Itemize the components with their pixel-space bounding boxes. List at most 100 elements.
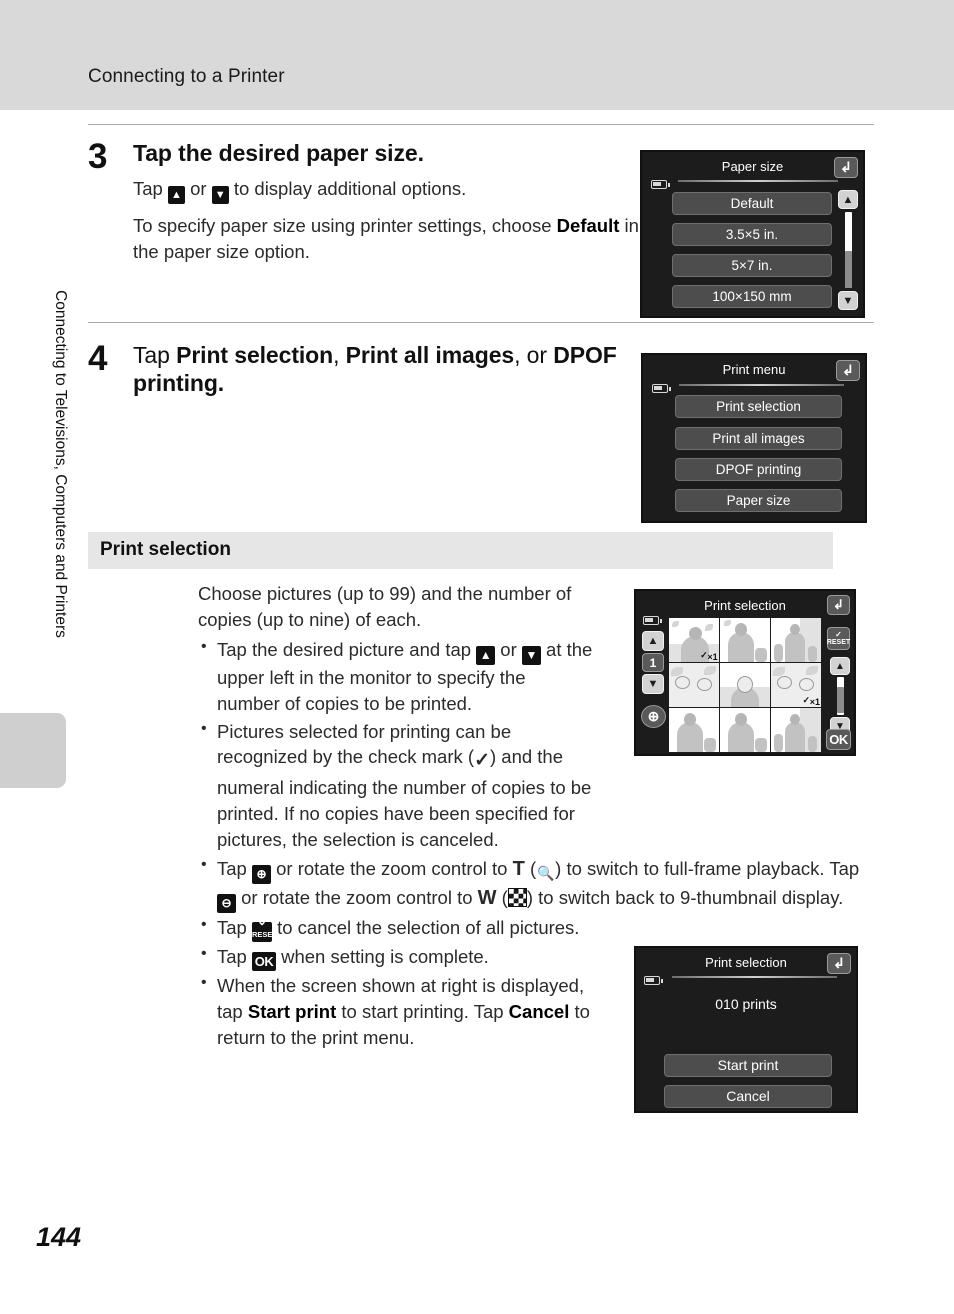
up-triangle-icon: ▲ [167,186,185,205]
thumbnail-1[interactable]: ✓ ×1 [669,618,719,662]
thumbnail-9[interactable] [771,708,821,752]
b6-b: to start printing. Tap [336,1000,509,1022]
b3-g: ) to switch back to 9-thumbnail display. [526,886,844,908]
zoom-out-icon: ⊖ [217,893,236,913]
thumbnail-5[interactable] [720,663,770,707]
decrease-copies-icon: ▼ [521,645,541,665]
increase-copies-icon: ▲ [476,645,496,665]
scrollbar-thumb[interactable] [836,687,844,713]
print-menu-item-print-all-images[interactable]: Print all images [675,427,842,450]
step-4-title-b1: Print selection [176,342,334,368]
b3-f: ( [496,886,508,908]
thumbnail-4[interactable] [669,663,719,707]
b1-a: Tap the desired picture and tap [217,638,477,660]
step-4-title-pre: Tap [133,342,177,368]
bullet-zoom-control: Tap ⊕ or rotate the zoom control to T ( 🔍… [198,854,874,913]
b6-bold-cancel: Cancel [508,1000,570,1022]
reset-icon: RESET [251,915,277,942]
step-4-title: Tap Print selection, Print all images, o… [133,341,643,397]
scroll-down-icon[interactable]: ▼ [838,291,858,310]
b6-bold-start: Start print [247,1000,337,1022]
title-underline [678,180,838,182]
back-arrow-icon[interactable]: ↲ [834,157,858,178]
scrollbar-thumb[interactable] [844,251,852,288]
step-3-paragraph-2: To specify paper size using printer sett… [133,213,643,266]
b3-b: or rotate the zoom control to [270,857,513,879]
thumbnail-6[interactable]: ✓ ×1 [771,663,821,707]
paper-size-option-100x150[interactable]: 100×150 mm [672,285,832,308]
step-4-title-b2: Print all images [345,342,515,368]
print-count-text: 010 prints [715,996,777,1012]
thumbnail-8[interactable] [720,708,770,752]
bullet-reset: Tap RESET to cancel the selection of all… [198,914,874,942]
top-divider [88,124,874,125]
screen-print-menu: Print menu ↲ Print selection Print all i… [641,353,867,523]
print-menu-item-paper-size[interactable]: Paper size [675,489,842,512]
b4-b: to cancel the selection of all pictures. [271,916,580,938]
check-mark-icon: ✓ [474,750,490,772]
step-3-p1-post: to display additional options. [228,178,467,200]
copies-counter: 1 [642,653,664,672]
decrease-copies-icon[interactable]: ▼ [642,674,664,694]
back-arrow-icon[interactable]: ↲ [827,595,850,615]
thumbnail-1-qty: ×1 [707,651,718,662]
magnifier-icon: 🔍 [536,864,555,881]
thumbnail-grid: ✓ ×1 ✓ ×1 [669,618,821,752]
zoom-in-icon: ⊕ [251,864,271,884]
b3-a: Tap [217,857,252,879]
step-4-title-sep1: , [333,342,346,368]
section-heading-print-selection: Print selection [88,532,833,569]
step-3-p2-bold: Default [556,215,620,237]
battery-icon [644,976,663,985]
cancel-button[interactable]: Cancel [664,1085,832,1108]
thumbnail-grid-icon [507,887,527,907]
reset-icon[interactable]: ✓ RESET [827,627,850,650]
step-3-p1-pre: Tap [133,178,168,200]
print-menu-item-print-selection[interactable]: Print selection [675,395,842,418]
scroll-up-icon[interactable]: ▲ [830,657,850,675]
step-3-p2-pre: To specify paper size using printer sett… [133,215,557,237]
step-4-title-sep2: , or [514,342,554,368]
b1-b: or [495,638,522,660]
step-3-divider [88,322,874,323]
page-number: 144 [36,1222,82,1252]
zoom-t-label: T [512,857,525,880]
increase-copies-icon[interactable]: ▲ [642,631,664,651]
thumbnail-3[interactable] [771,618,821,662]
zoom-in-icon[interactable]: ⊕ [641,705,666,728]
step-4-title-end: . [217,370,225,397]
page-header-title: Connecting to a Printer [88,66,285,87]
back-arrow-icon[interactable]: ↲ [827,953,851,974]
bullet-specify-copies: Tap the desired picture and tap ▲ or ▼ a… [198,636,593,717]
paper-size-option-5x7[interactable]: 5×7 in. [672,254,832,277]
step-3-p1-mid: or [184,178,212,200]
thumbnail-7[interactable] [669,708,719,752]
step-3-paragraph-1: Tap ▲ or ▼ to display additional options… [133,176,643,205]
reset-check-glyph: ✓ [835,630,842,639]
chapter-tab [0,713,66,788]
battery-icon [643,616,662,625]
b3-e: or rotate the zoom control to [236,886,478,908]
scroll-up-icon[interactable]: ▲ [838,190,858,209]
paper-size-option-3_5x5[interactable]: 3.5×5 in. [672,223,832,246]
thumbnail-2[interactable] [720,618,770,662]
print-menu-title: Print menu [722,362,786,377]
start-print-button[interactable]: Start print [664,1054,832,1077]
battery-icon [651,180,670,189]
reset-label: RESET [826,639,851,646]
page-header-band [0,0,954,110]
screen-print-confirm: Print selection ↲ 010 prints Start print… [634,946,858,1113]
paper-size-title: Paper size [721,159,784,174]
ok-icon: OK [251,951,276,971]
down-triangle-icon: ▼ [211,186,229,205]
b5-b: when setting is complete. [275,945,489,967]
paper-size-option-default[interactable]: Default [672,192,832,215]
back-arrow-icon[interactable]: ↲ [836,360,860,381]
step-3-title: Tap the desired paper size. [133,140,424,166]
ok-button[interactable]: OK [826,729,851,750]
thumbnail-6-qty: ×1 [809,696,820,707]
title-underline [672,976,837,978]
screen-print-selection-grid: Print selection ↲ ▲ 1 ▼ ⊕ ✓ RESET ▲ ▼ OK… [634,589,856,756]
battery-icon [652,384,671,393]
print-menu-item-dpof-printing[interactable]: DPOF printing [675,458,842,481]
